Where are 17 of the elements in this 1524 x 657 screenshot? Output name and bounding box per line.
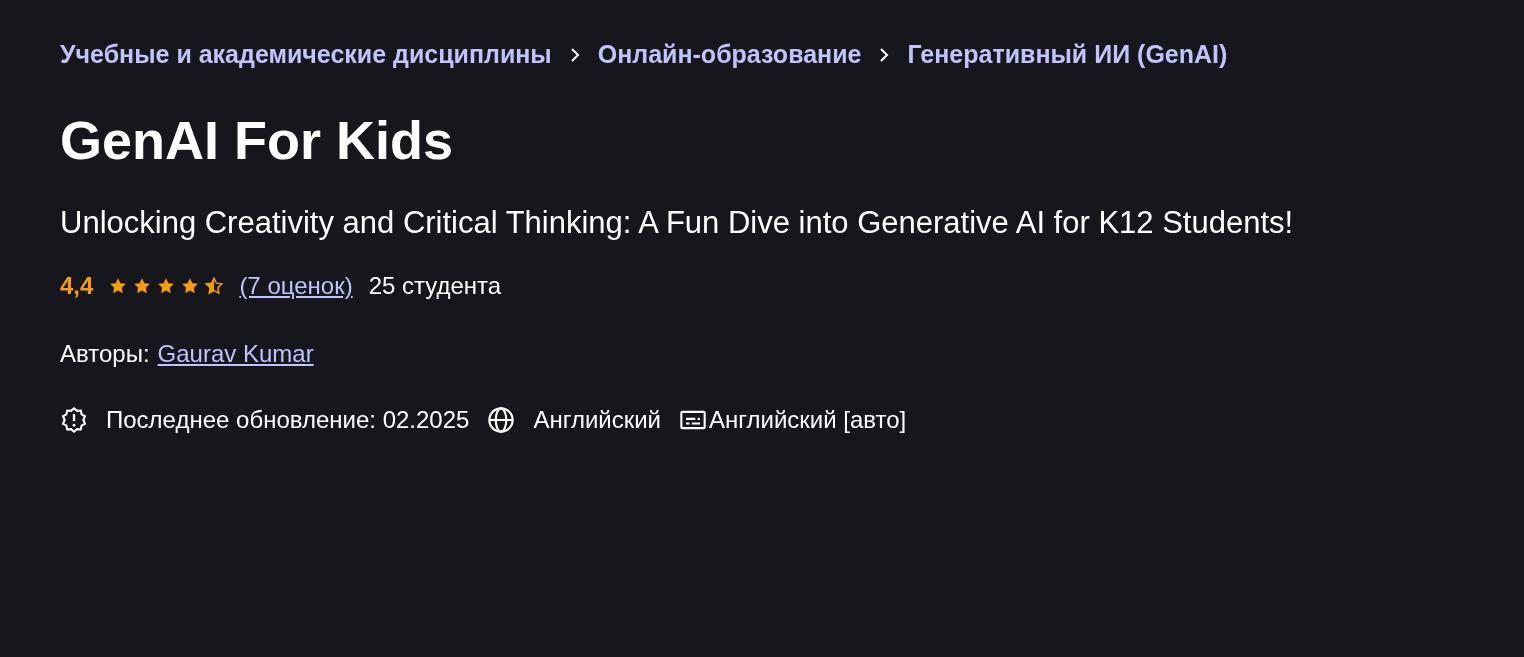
course-subtitle: Unlocking Creativity and Critical Thinking: A Fun Dive into Generative AI for K12 Students! [60,204,1295,243]
meta-text: Последнее обновление: 02.2025 [106,406,470,435]
alert-badge-icon [60,406,88,435]
author-link[interactable]: Gaurav Kumar [157,340,314,369]
rating-score: 4,4 [60,272,94,301]
authors-label: Авторы: [60,340,150,369]
reviews-link[interactable]: (7 оценок) [239,272,353,301]
breadcrumb-link[interactable]: Онлайн-образование [597,40,862,69]
student-count: 25 студента [368,272,502,301]
breadcrumb-link[interactable]: Генеративный ИИ (GenAI) [907,40,1228,69]
breadcrumb-link[interactable]: Учебные и академические дисциплины [60,40,552,69]
meta-text: Английский [533,406,661,435]
meta-text: Английский [авто] [709,406,907,435]
globe-icon [487,406,516,435]
chevron-icon [879,47,890,62]
course-title: GenAI For Kids [60,111,455,171]
chevron-icon [569,47,580,62]
